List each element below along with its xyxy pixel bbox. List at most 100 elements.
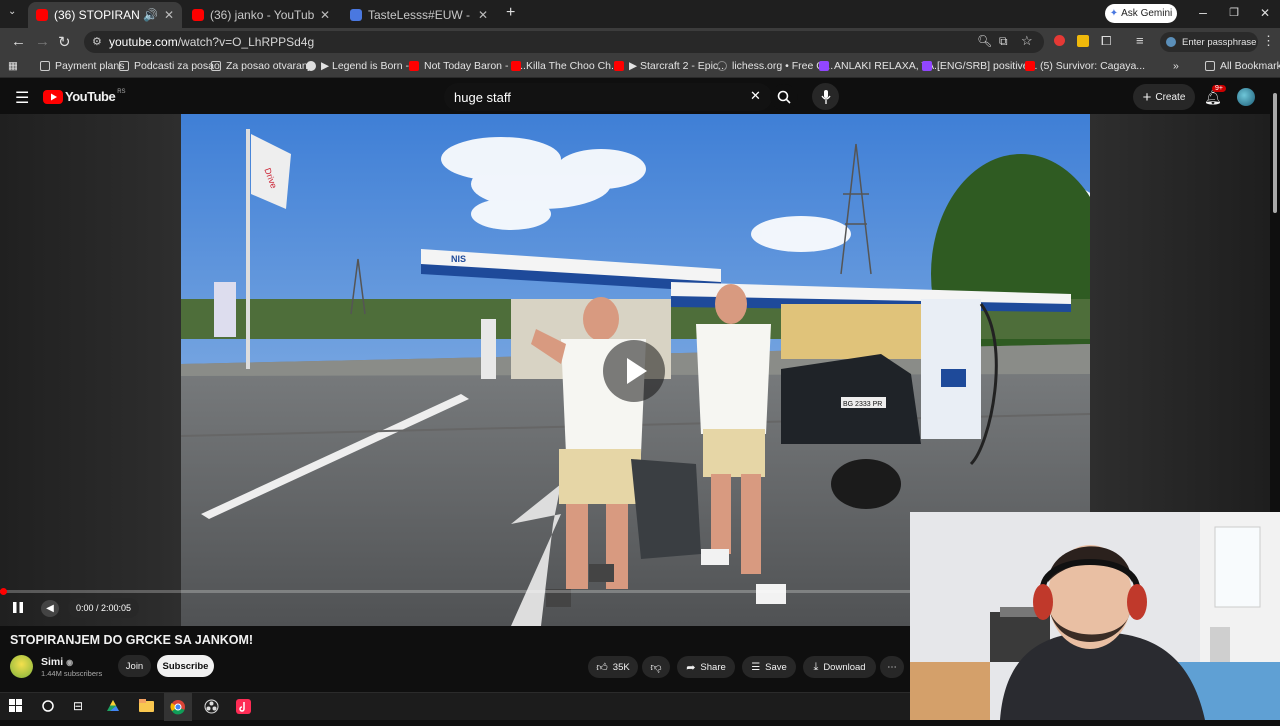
close-window-icon[interactable]: ✕: [1250, 6, 1280, 20]
extension-red-icon[interactable]: [1054, 35, 1065, 46]
url-text: youtube.com/watch?v=O_LhRPPSd4g: [109, 35, 315, 49]
time-text: 0:00 / 2:00:05: [76, 603, 132, 613]
tab-title: (36) janko - YouTube: [210, 8, 314, 22]
task-view-icon[interactable]: ⊟: [73, 699, 89, 715]
voice-search-button[interactable]: [812, 83, 839, 110]
bookmark-item[interactable]: Za posao otvaranje: [211, 60, 316, 72]
chrome-icon: [170, 700, 185, 715]
ask-gemini-label: Ask Gemini: [1121, 8, 1173, 19]
bookmark-item[interactable]: Killa The Choo Ch...: [511, 60, 620, 72]
ambient-glow-right: [1090, 114, 1270, 514]
media-controls-icon[interactable]: ≡: [1136, 33, 1144, 48]
search-circle-icon[interactable]: [41, 699, 57, 715]
more-actions-button[interactable]: ⋯: [880, 656, 904, 678]
windows-start-icon[interactable]: [9, 699, 25, 715]
extension-yellow-icon[interactable]: [1077, 35, 1089, 47]
stats-favicon-icon: [350, 9, 362, 21]
video-title: STOPIRANJEM DO GRCKE SA JANKOM!: [10, 633, 254, 647]
big-play-button[interactable]: [603, 340, 665, 402]
address-bar[interactable]: ⚙ youtube.com/watch?v=O_LhRPPSd4g 🔍︎ ⧉ ☆: [84, 31, 1044, 53]
bookmark-item[interactable]: Payment plans: [40, 60, 124, 72]
subscribe-button[interactable]: Subscribe: [157, 655, 214, 677]
twitch-icon: [922, 61, 932, 71]
youtube-logo[interactable]: YouTube RS: [43, 89, 126, 104]
clear-search-icon[interactable]: ✕: [750, 88, 761, 104]
speaker-icon[interactable]: 🔊: [143, 8, 158, 22]
tab-tasteless[interactable]: TasteLesss#EUW - Statistike sa ✕: [342, 2, 496, 28]
folder-icon: [40, 61, 50, 71]
apps-grid-icon[interactable]: ▦: [8, 60, 18, 72]
more-dots-icon: ⋯: [887, 661, 897, 673]
search-query-text: huge staff: [454, 90, 511, 105]
google-drive-icon[interactable]: [106, 699, 122, 715]
menu-kebab-icon[interactable]: ⋮: [1262, 33, 1275, 49]
ask-gemini-button[interactable]: ✦ Ask Gemini: [1105, 4, 1177, 23]
twitch-icon: [819, 61, 829, 71]
extensions-puzzle-icon[interactable]: ⧠: [1101, 33, 1111, 49]
tab-janko[interactable]: (36) janko - YouTube ✕: [184, 2, 338, 28]
forward-icon[interactable]: →: [35, 33, 50, 50]
progress-scrubber-handle[interactable]: [0, 588, 7, 595]
folder-icon: [211, 61, 221, 71]
all-bookmarks-button[interactable]: All Bookmarks: [1205, 60, 1280, 72]
scrollbar-thumb[interactable]: [1273, 93, 1277, 213]
volume-button[interactable]: ◀︎: [41, 600, 59, 617]
pause-icon: [13, 602, 23, 613]
minimize-icon[interactable]: –: [1188, 4, 1218, 20]
bookmark-item[interactable]: (5) Survivor: Cagaya...: [1025, 60, 1145, 72]
bookmark-item[interactable]: ▶ Legend is Born -...: [306, 60, 418, 72]
tab-search-icon[interactable]: ⌄: [8, 6, 16, 17]
hamburger-menu-icon[interactable]: ☰: [15, 88, 29, 108]
bookmark-label: Za posao otvaranje: [226, 60, 316, 72]
save-label: Save: [765, 661, 787, 673]
channel-avatar[interactable]: [10, 655, 33, 678]
bookmark-label: Killa The Choo Ch...: [526, 60, 620, 72]
save-button[interactable]: ☰ Save: [742, 656, 796, 678]
page-scrollbar[interactable]: [1270, 79, 1280, 512]
bookmark-item[interactable]: lichess.org • Free O...: [717, 60, 833, 72]
channel-name[interactable]: Simi ◉: [41, 656, 73, 668]
site-info-icon[interactable]: ⚙: [92, 35, 102, 48]
restore-icon[interactable]: ❐: [1219, 6, 1249, 19]
tab-close-icon[interactable]: ✕: [164, 8, 174, 22]
bookmark-star-icon[interactable]: ☆: [1021, 33, 1033, 49]
chrome-taskbar-button[interactable]: [164, 693, 192, 721]
enter-passphrase-label: Enter passphrase: [1182, 36, 1257, 48]
profile-avatar-icon: [1166, 37, 1176, 47]
back-icon[interactable]: ←: [11, 33, 26, 50]
enter-passphrase-button[interactable]: Enter passphrase: [1160, 32, 1258, 52]
share-button[interactable]: ➦ Share: [677, 656, 735, 678]
region-code: RS: [117, 88, 126, 95]
progress-bar[interactable]: [0, 588, 910, 595]
tab-stopiranjem[interactable]: (36) STOPIRANJEM DO GRCKE SA JANKOM! 🔊 ✕: [28, 2, 182, 28]
bookmark-item[interactable]: Podcasti za posao: [119, 60, 220, 72]
create-button[interactable]: + Create: [1133, 84, 1195, 110]
bookmarks-bar: ▦ Payment plans Podcasti za posao Za pos…: [0, 56, 1280, 78]
zoom-icon[interactable]: 🔍︎: [977, 34, 992, 48]
download-button[interactable]: ⤓ Download: [803, 656, 876, 678]
folder-icon: [1205, 61, 1215, 71]
thumbs-down-icon: 👎︎: [650, 661, 662, 674]
reload-icon[interactable]: ↻: [58, 33, 71, 51]
cast-icon[interactable]: ⧉: [999, 34, 1008, 49]
bookmark-item[interactable]: Not Today Baron - 1...: [409, 60, 526, 72]
account-avatar[interactable]: [1237, 88, 1255, 106]
obs-icon[interactable]: [204, 699, 220, 715]
file-explorer-icon[interactable]: [139, 699, 155, 715]
more-bookmarks-icon[interactable]: »: [1173, 60, 1179, 72]
search-input[interactable]: huge staff ✕: [444, 83, 772, 111]
bookmark-item[interactable]: [ENG/SRB] positive...: [922, 60, 1037, 72]
join-button[interactable]: Join: [118, 655, 151, 677]
search-button[interactable]: [770, 84, 798, 110]
like-button[interactable]: 👍︎ 35K: [588, 656, 638, 678]
tiktok-icon[interactable]: [236, 699, 252, 715]
bookmark-item[interactable]: ▶ Starcraft 2 - Epic...: [614, 60, 727, 72]
bookmark-label: (5) Survivor: Cagaya...: [1040, 60, 1146, 72]
tab-close-icon[interactable]: ✕: [320, 8, 330, 22]
new-tab-button[interactable]: +: [506, 4, 515, 22]
bookmark-label: lichess.org • Free O...: [732, 60, 834, 72]
youtube-icon: [1025, 61, 1035, 71]
dislike-button[interactable]: 👎︎: [642, 656, 670, 678]
pause-button[interactable]: [12, 601, 24, 617]
tab-close-icon[interactable]: ✕: [478, 8, 488, 22]
